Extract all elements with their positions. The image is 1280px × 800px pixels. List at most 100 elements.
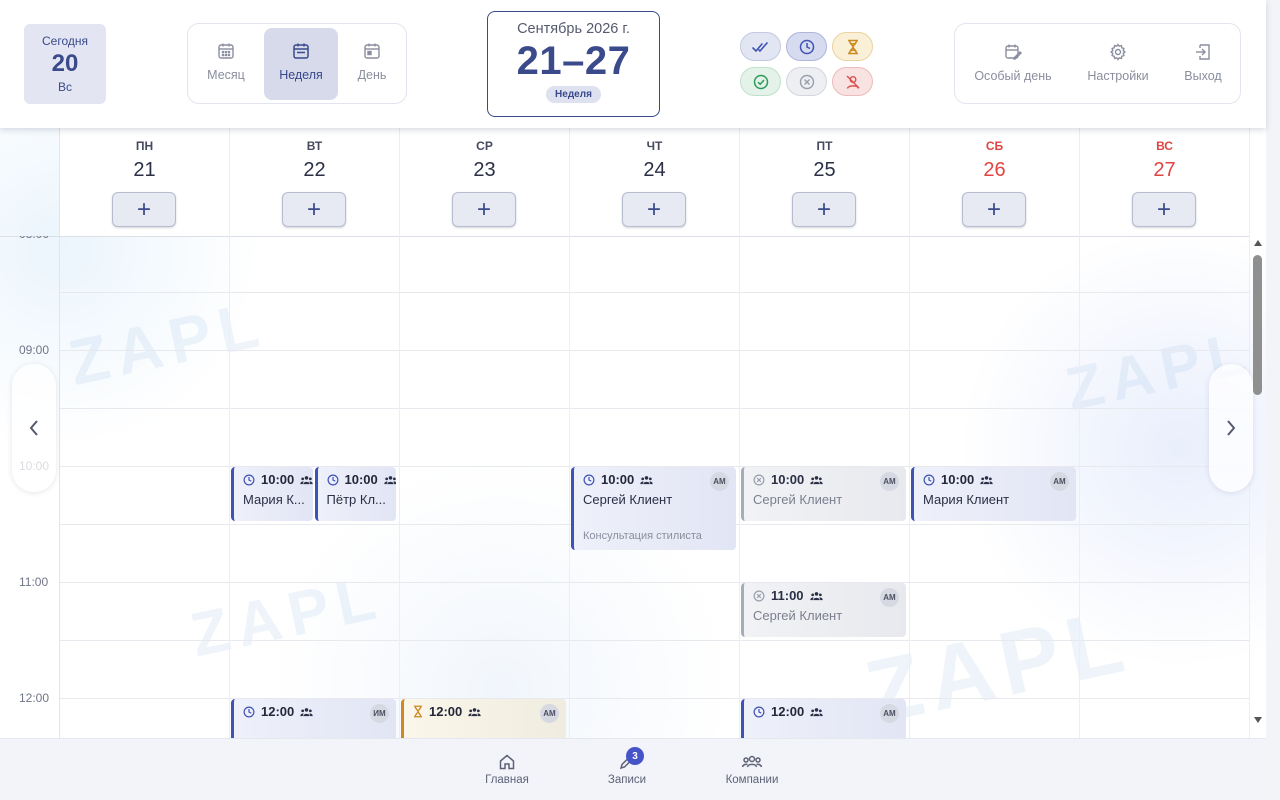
time-grid: ZAPL ZAPL ZAPL ZAPL 08:0009:0010:0011:00… [0,236,1250,738]
filter-completed-button[interactable] [740,32,781,61]
scroll-up-arrow[interactable] [1254,240,1262,246]
booking-card[interactable]: 10:00 Мария К... [231,467,313,521]
add-booking-button[interactable]: + [962,192,1026,227]
booking-client: Сергей Клиент [753,608,843,623]
group-icon [300,475,313,484]
nav-home[interactable]: Главная [477,739,537,800]
chevron-right-icon [1227,420,1236,436]
clock-icon [753,706,765,717]
day-header: СБ 26 + [910,128,1080,236]
clock-icon [327,474,338,485]
grid-line [60,640,1250,641]
nav-companies[interactable]: Компании [717,739,787,800]
logout-label: Выход [1184,69,1222,83]
add-booking-button[interactable]: + [452,192,516,227]
booking-card[interactable]: 12:00 ИМ [231,699,396,738]
booking-time-row: 12:00 [413,704,481,719]
booking-card[interactable]: 10:00 Мария Клиент АМ [911,467,1076,521]
booking-client: Пётр Кл... [326,492,386,507]
booking-card[interactable]: 12:00 АМ [741,699,906,738]
booking-card[interactable]: 10:00 Сергей Клиент Консультация стилиста А… [571,467,736,550]
add-booking-button[interactable]: + [622,192,686,227]
group-indicator [468,707,481,717]
period-month: Сентябрь 2026 г. [517,21,630,37]
staff-avatar: АМ [540,704,559,723]
chevron-left-icon [29,420,38,436]
add-booking-button[interactable]: + [282,192,346,227]
grid-line [60,408,1250,409]
group-indicator [809,591,823,601]
booking-card[interactable]: 10:00 Пётр Кл... [314,467,396,521]
staff-avatar: АМ [880,588,899,607]
day-weekday: ВТ [306,139,323,153]
period-display[interactable]: Сентябрь 2026 г. 21–27 Неделя [487,11,660,117]
booking-time-row: 10:00 [583,472,653,487]
grid-line [60,350,1250,351]
staff-avatar: ИМ [370,704,389,723]
special-day-button[interactable]: Особый день [971,24,1055,104]
watermark-text: ZAPL [184,562,389,671]
double-check-icon [751,41,768,52]
view-day-button[interactable]: День [335,28,409,100]
today-label: Сегодня [42,34,88,48]
staff-avatar: АМ [710,472,729,491]
scroll-down-arrow[interactable] [1254,717,1262,723]
day-date: 21 [133,159,156,181]
add-booking-button[interactable]: + [792,192,856,227]
day-date: 23 [473,159,496,181]
vertical-scrollbar[interactable] [1252,236,1264,738]
booking-client: Мария К... [243,492,305,507]
group-indicator [300,707,313,717]
booking-card[interactable]: 12:00 АМ [401,699,566,738]
nav-companies-label: Компании [725,774,779,786]
view-month-button[interactable]: Месяц [189,28,263,100]
people-icon [741,755,763,768]
gear-icon [1109,43,1127,61]
group-icon [809,591,823,600]
nav-bookings[interactable]: Записи 3 [597,739,657,800]
nav-home-label: Главная [485,774,529,786]
add-booking-button[interactable]: + [1132,192,1196,227]
bookings-count-badge: 3 [626,747,644,765]
group-icon [468,707,481,716]
booking-time-row: 11:00 [753,588,823,603]
time-label: 09:00 [19,343,50,357]
filter-cancelled-button[interactable] [786,67,827,96]
staff-avatar: АМ [880,704,899,723]
view-week-label: Неделя [279,68,323,82]
grid-column-line [1079,236,1080,738]
booking-card[interactable]: 10:00 Сергей Клиент АМ [741,467,906,521]
filter-confirmed-button[interactable] [740,67,781,96]
grid-column-line [569,236,570,738]
filter-scheduled-button[interactable] [786,32,827,61]
next-week-button[interactable] [1209,364,1253,492]
filter-waiting-button[interactable] [832,32,873,61]
group-indicator [300,475,313,485]
view-week-button[interactable]: Неделя [264,28,338,100]
today-button[interactable]: Сегодня 20 Вс [24,24,106,104]
view-switcher: Месяц Неделя День [187,23,407,104]
no-show-icon [846,75,859,89]
day-date: 22 [303,159,326,181]
group-icon [640,475,653,484]
cancel-circle-icon [753,474,765,485]
booking-card[interactable]: 11:00 Сергей Клиент АМ [741,583,906,637]
grid-column-line [739,236,740,738]
prev-week-button[interactable] [12,364,56,492]
booking-time-row: 10:00 [243,472,313,487]
filter-no-show-button[interactable] [832,67,873,96]
time-label: 12:00 [19,691,50,705]
logout-button[interactable]: Выход [1179,24,1227,104]
period-range: 21–27 [516,39,631,83]
grid-line [60,292,1250,293]
scroll-thumb[interactable] [1253,255,1262,395]
clock-icon [243,706,255,717]
clock-icon [243,474,255,485]
group-indicator [810,475,823,485]
grid-line [60,582,1250,583]
add-booking-button[interactable]: + [112,192,176,227]
settings-button[interactable]: Настройки [1082,24,1154,104]
booking-client: Сергей Клиент [583,492,673,507]
time-label: 08:00 [19,236,49,241]
day-header: ПН 21 + [60,128,230,236]
